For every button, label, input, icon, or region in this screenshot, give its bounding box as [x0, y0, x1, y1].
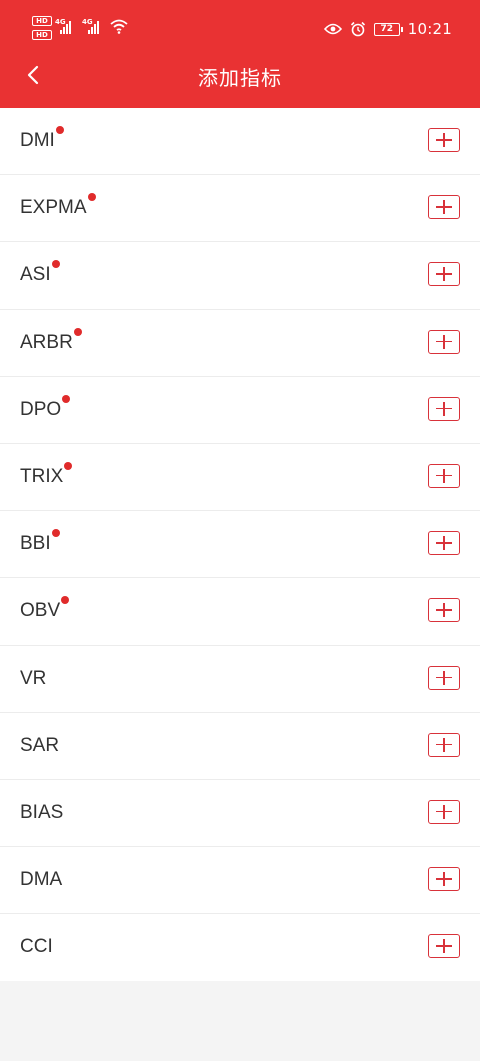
add-indicator-button[interactable] — [428, 396, 460, 421]
indicator-row: CCI — [0, 914, 480, 981]
indicator-label: VR — [20, 667, 47, 689]
indicator-name: TRIX — [20, 461, 73, 488]
indicator-label: ARBR — [20, 331, 73, 353]
signal-icon — [60, 20, 71, 34]
add-indicator-button[interactable] — [428, 531, 460, 556]
signal-icon — [88, 20, 99, 34]
indicator-label: BIAS — [20, 801, 64, 823]
indicator-row: VR — [0, 646, 480, 713]
new-dot-badge — [61, 596, 70, 605]
indicator-row: DMI — [0, 108, 480, 176]
indicator-row: SAR — [0, 713, 480, 780]
add-indicator-button[interactable] — [428, 799, 460, 824]
indicator-name: OBV — [20, 596, 70, 622]
nav-bar: 添加指标 — [0, 56, 480, 108]
new-dot-badge — [87, 193, 96, 202]
status-bar: HD HD 4G 4G 72 10:21 — [0, 0, 480, 56]
indicator-name: SAR — [20, 735, 59, 757]
indicator-row: ASI — [0, 242, 480, 310]
add-indicator-button[interactable] — [428, 934, 460, 959]
indicator-row: OBV — [0, 578, 480, 646]
indicator-label: DMI — [20, 130, 55, 151]
indicator-name: EXPMA — [20, 193, 96, 219]
indicator-label: TRIX — [20, 465, 64, 487]
new-dot-badge — [73, 327, 82, 336]
indicator-label: BBI — [20, 533, 51, 555]
indicator-name: VR — [20, 668, 46, 690]
add-indicator-button[interactable] — [428, 195, 460, 220]
indicator-row: DPO — [0, 377, 480, 444]
battery-icon: 72 — [373, 22, 403, 36]
wifi-icon — [110, 19, 128, 34]
indicator-name: ASI — [20, 260, 60, 286]
add-indicator-button[interactable] — [428, 463, 460, 488]
indicator-label: DMA — [20, 869, 63, 891]
new-dot-badge — [51, 260, 60, 269]
indicator-row: EXPMA — [0, 175, 480, 243]
add-indicator-button[interactable] — [428, 867, 460, 892]
indicator-row: ARBR — [0, 310, 480, 377]
indicator-label: ASI — [20, 264, 51, 286]
hd-icon: HD — [32, 16, 52, 26]
indicator-label: DPO — [20, 398, 62, 420]
eye-icon — [323, 23, 342, 35]
indicator-label: CCI — [20, 936, 53, 958]
indicator-name: ARBR — [20, 327, 82, 354]
indicator-name: CCI — [20, 936, 53, 958]
indicator-label: EXPMA — [20, 197, 87, 219]
add-indicator-button[interactable] — [428, 262, 460, 287]
new-dot-badge — [55, 126, 64, 134]
indicator-row: BIAS — [0, 780, 480, 848]
indicator-list: DMI EXPMA ASI ARBR DPO TRIX BBI OBV VR SAR BIAS DMA… — [0, 108, 480, 982]
indicator-name: DPO — [20, 394, 71, 421]
new-dot-badge — [62, 394, 71, 403]
indicator-name: BBI — [20, 529, 60, 555]
add-indicator-button[interactable] — [428, 665, 460, 690]
indicator-row: TRIX — [0, 444, 480, 512]
indicator-label: OBV — [20, 600, 61, 622]
page-title: 添加指标 — [198, 66, 282, 90]
hd-icon: HD — [32, 30, 52, 40]
new-dot-badge — [64, 461, 73, 470]
status-time: 10:21 — [407, 20, 452, 38]
alarm-icon — [350, 21, 365, 37]
indicator-name: DMA — [20, 869, 62, 891]
indicator-row: DMA — [0, 847, 480, 915]
indicator-name: DMI — [20, 126, 64, 152]
indicator-row: BBI — [0, 511, 480, 579]
new-dot-badge — [51, 529, 60, 538]
add-indicator-button[interactable] — [428, 128, 460, 152]
add-indicator-button[interactable] — [428, 732, 460, 757]
add-indicator-button[interactable] — [428, 598, 460, 623]
indicator-label: SAR — [20, 734, 60, 756]
indicator-name: BIAS — [20, 802, 63, 824]
add-indicator-button[interactable] — [428, 329, 460, 354]
status-right: 72 10:21 — [323, 18, 452, 40]
